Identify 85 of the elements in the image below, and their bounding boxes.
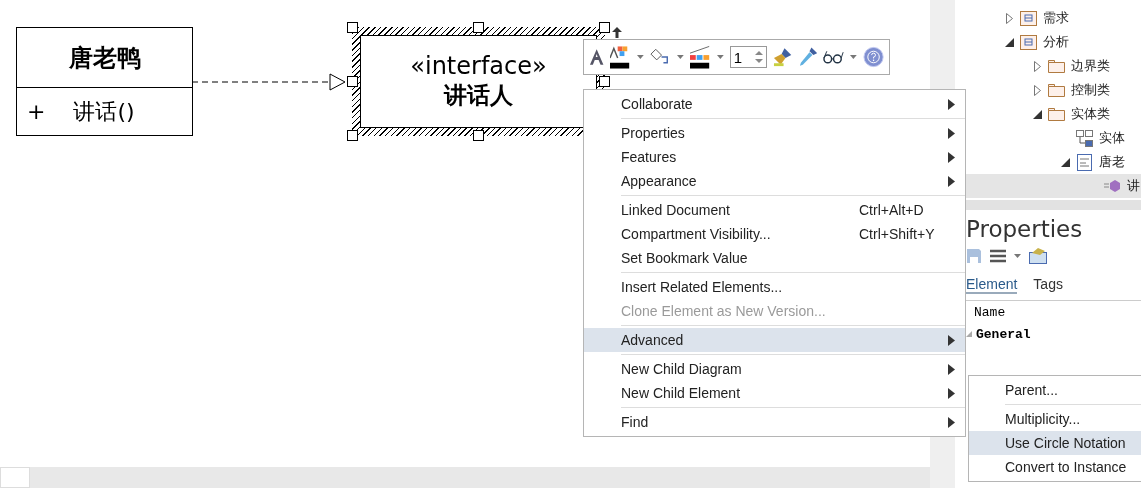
- tree-label: 分析: [1043, 33, 1069, 51]
- diagram-icon: [1076, 129, 1093, 147]
- resize-handle[interactable]: [347, 76, 358, 87]
- resize-handle[interactable]: [473, 22, 484, 33]
- stereotype-label: «interface»: [410, 52, 547, 80]
- resize-handle[interactable]: [473, 130, 484, 141]
- tree-label: 实体类: [1071, 105, 1110, 123]
- shortcut-label: Ctrl+Shift+Y: [859, 226, 936, 242]
- package-icon: [1020, 10, 1037, 26]
- caret-icon[interactable]: [1014, 254, 1021, 258]
- menu-item[interactable]: Parent...: [969, 378, 1141, 402]
- spin-arrows-icon[interactable]: [754, 50, 763, 64]
- realization-arrow[interactable]: [192, 72, 346, 92]
- operation-icon: [1104, 179, 1121, 193]
- visibility-mark: +: [27, 99, 46, 124]
- operation-name: 讲话(): [73, 97, 135, 126]
- panel-tab[interactable]: Tags: [1033, 276, 1063, 294]
- collapsed-icon[interactable]: [1006, 12, 1013, 24]
- expanded-icon[interactable]: [1061, 157, 1070, 167]
- menu-item[interactable]: New Child Element: [584, 381, 965, 405]
- menu-item[interactable]: New Child Diagram: [584, 357, 965, 381]
- folder-icon: [1048, 59, 1065, 73]
- class-name: 唐老鸭: [17, 28, 192, 88]
- line-color-icon[interactable]: [690, 45, 712, 69]
- tree-item[interactable]: 分析: [955, 30, 1141, 54]
- resize-handle[interactable]: [599, 76, 610, 87]
- tree-label: 边界类: [1071, 57, 1110, 75]
- group-label: General: [976, 326, 1031, 342]
- caret-icon[interactable]: [717, 55, 724, 59]
- glasses-icon[interactable]: [823, 50, 845, 64]
- submenu-arrow-icon: [948, 363, 955, 375]
- menu-icon[interactable]: [990, 249, 1006, 263]
- submenu-arrow-icon: [948, 416, 955, 428]
- tree-label: 需求: [1043, 9, 1069, 27]
- line-width-spinner[interactable]: 1: [729, 46, 767, 68]
- expanded-icon[interactable]: [1005, 37, 1014, 47]
- class-node[interactable]: 唐老鸭 + 讲话(): [16, 27, 193, 136]
- brush-icon[interactable]: [772, 47, 792, 67]
- eyedropper-icon[interactable]: [797, 47, 818, 67]
- font-icon[interactable]: [589, 49, 605, 65]
- menu-item[interactable]: Convert to Instance: [969, 455, 1141, 479]
- shortcut-label: Ctrl+Alt+D: [859, 202, 925, 218]
- resize-handle[interactable]: [347, 130, 358, 141]
- tree-label: 讲: [1127, 177, 1140, 195]
- folder-icon: [1048, 107, 1065, 121]
- menu-item[interactable]: Linked Document Ctrl+Alt+D: [584, 198, 965, 222]
- properties-icon[interactable]: [1029, 248, 1047, 264]
- column-header: Name: [974, 304, 1006, 320]
- folder-icon: [1048, 83, 1065, 97]
- menu-item[interactable]: Multiplicity...: [969, 407, 1141, 431]
- help-icon[interactable]: [862, 46, 884, 68]
- text-color-icon[interactable]: [610, 45, 632, 69]
- submenu-arrow-icon: [948, 151, 955, 163]
- tree-item[interactable]: 需求: [955, 6, 1141, 30]
- expanded-icon[interactable]: [1033, 109, 1042, 119]
- resize-handle[interactable]: [599, 22, 610, 33]
- interface-node[interactable]: «interface» 讲话人: [360, 35, 597, 128]
- tree-label: 控制类: [1071, 81, 1110, 99]
- selection-frame[interactable]: «interface» 讲话人: [352, 27, 605, 136]
- package-icon: [1020, 34, 1037, 50]
- panel-title: Properties: [966, 216, 1084, 242]
- tree-item[interactable]: 边界类: [955, 54, 1141, 78]
- submenu-arrow-icon: [948, 127, 955, 139]
- tree-label: 实体: [1099, 129, 1125, 147]
- menu-item[interactable]: Advanced: [584, 328, 965, 352]
- caret-icon[interactable]: [677, 55, 684, 59]
- up-arrow-icon[interactable]: [612, 27, 622, 38]
- menu-item[interactable]: Use Circle Notation: [969, 431, 1141, 455]
- scrollbar-thumb[interactable]: [0, 467, 30, 488]
- menu-item[interactable]: Set Bookmark Value: [584, 246, 965, 270]
- menu-item[interactable]: Insert Related Elements...: [584, 275, 965, 299]
- submenu-arrow-icon: [948, 98, 955, 110]
- interface-name: 讲话人: [444, 81, 513, 110]
- caret-icon[interactable]: [850, 55, 857, 59]
- submenu-arrow-icon: [948, 175, 955, 187]
- collapsed-icon[interactable]: [1034, 84, 1041, 96]
- menu-item[interactable]: Find: [584, 410, 965, 434]
- resize-handle[interactable]: [347, 22, 358, 33]
- submenu-arrow-icon: [948, 334, 955, 346]
- submenu-arrow-icon: [948, 387, 955, 399]
- menu-item[interactable]: Compartment Visibility... Ctrl+Shift+Y: [584, 222, 965, 246]
- tree-label: 唐老: [1099, 153, 1125, 171]
- caret-icon[interactable]: [637, 55, 645, 59]
- collapsed-icon[interactable]: [1034, 60, 1041, 72]
- class-icon: [1077, 153, 1092, 171]
